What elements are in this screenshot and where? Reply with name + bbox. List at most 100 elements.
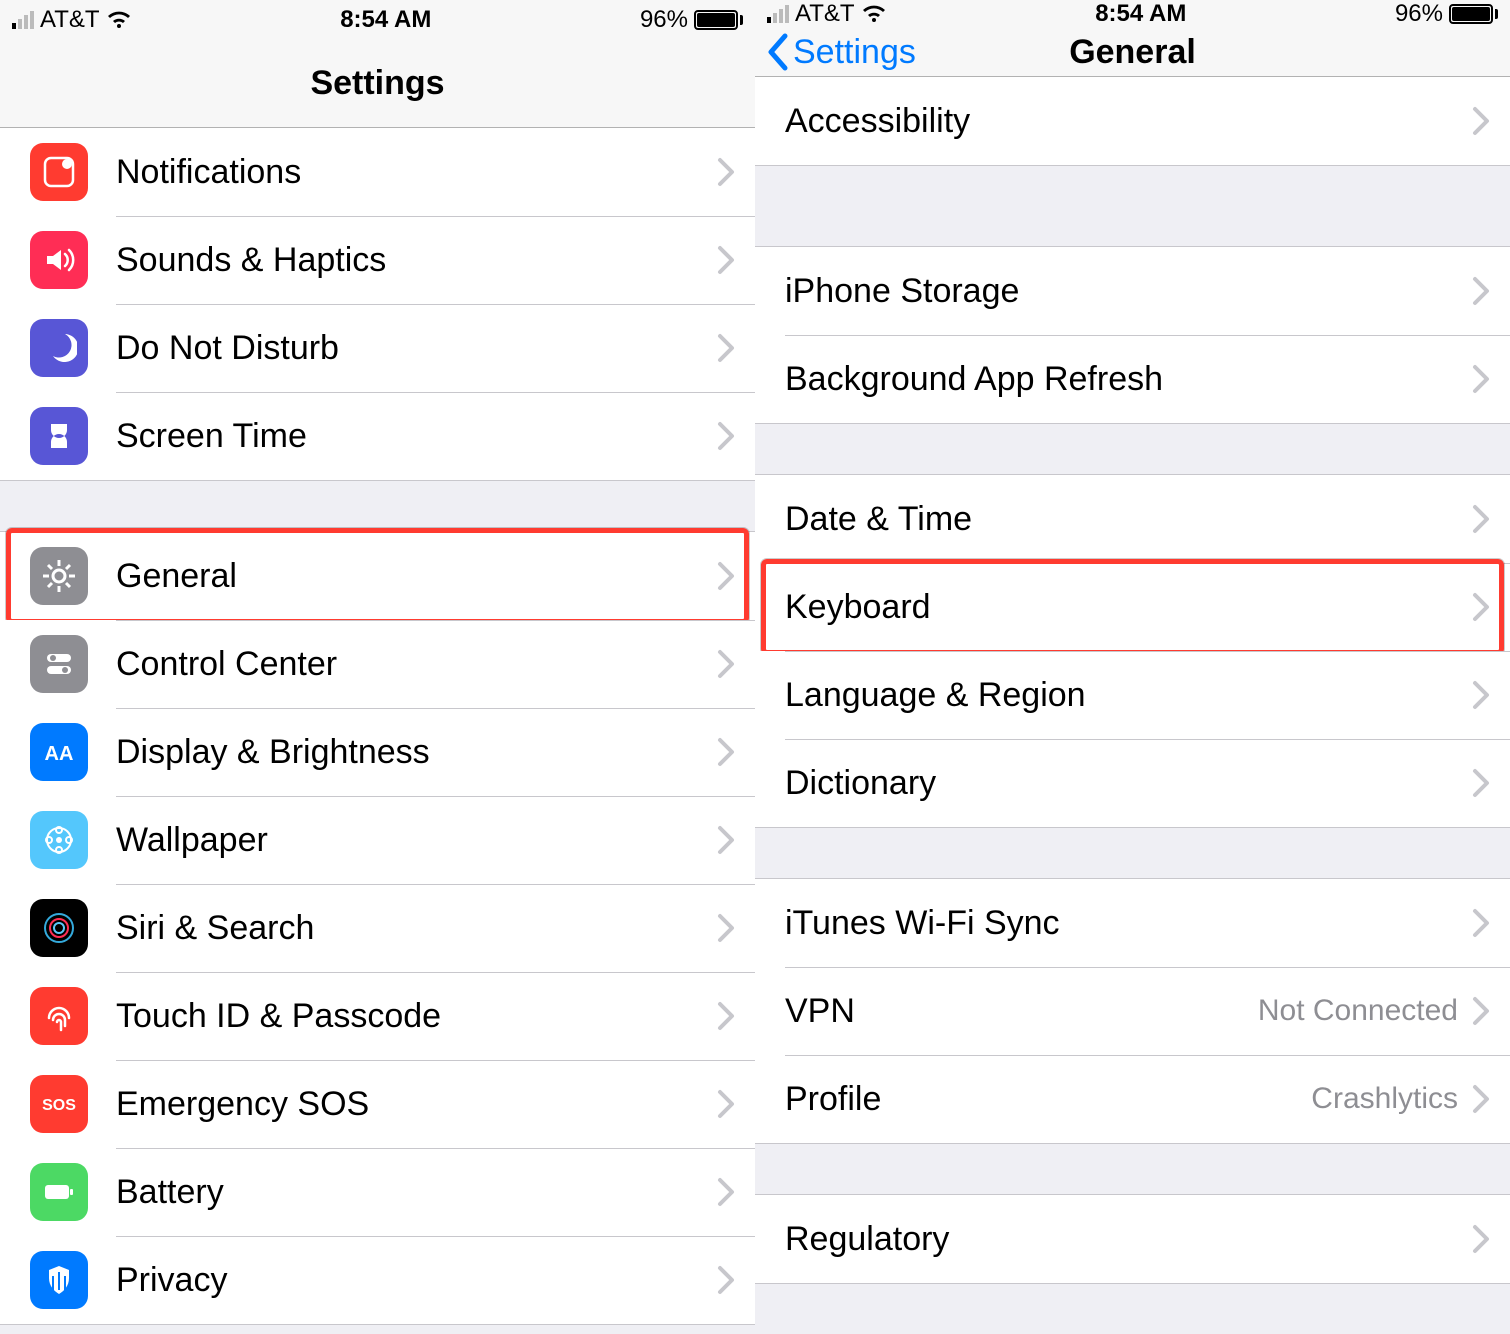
row-label: Screen Time <box>116 417 717 456</box>
row-date-time[interactable]: Date & Time <box>755 475 1510 563</box>
group-gap <box>0 481 755 531</box>
chevron-right-icon <box>717 913 735 943</box>
chevron-right-icon <box>717 1265 735 1295</box>
screentime-icon <box>30 407 88 465</box>
row-itunes-wi-fi-sync[interactable]: iTunes Wi-Fi Sync <box>755 879 1510 967</box>
back-button[interactable]: Settings <box>765 28 916 76</box>
chevron-right-icon <box>717 333 735 363</box>
row-siri-search[interactable]: Siri & Search <box>0 884 755 972</box>
row-label: iTunes Wi-Fi Sync <box>785 904 1472 943</box>
row-profile[interactable]: ProfileCrashlytics <box>755 1055 1510 1143</box>
row-background-app-refresh[interactable]: Background App Refresh <box>755 335 1510 423</box>
row-label: Emergency SOS <box>116 1085 717 1124</box>
row-emergency-sos[interactable]: SOS Emergency SOS <box>0 1060 755 1148</box>
general-group: iTunes Wi-Fi SyncVPNNot ConnectedProfile… <box>755 878 1510 1144</box>
battery-icon <box>1449 4 1498 24</box>
row-label: VPN <box>785 992 1258 1031</box>
battery-icon <box>30 1163 88 1221</box>
row-label: Background App Refresh <box>785 360 1472 399</box>
row-label: Battery <box>116 1173 717 1212</box>
chevron-right-icon <box>717 737 735 767</box>
row-label: Profile <box>785 1080 1311 1119</box>
wifi-icon <box>861 4 887 24</box>
touchid-icon <box>30 987 88 1045</box>
chevron-right-icon <box>1472 768 1490 798</box>
row-dictionary[interactable]: Dictionary <box>755 739 1510 827</box>
row-value: Crashlytics <box>1311 1082 1458 1116</box>
chevron-right-icon <box>717 245 735 275</box>
general-list[interactable]: Accessibility iPhone Storage Background Ap… <box>755 77 1510 1334</box>
svg-text:SOS: SOS <box>42 1097 76 1114</box>
settings-list[interactable]: Notifications Sounds & HapticsDo Not Dist… <box>0 128 755 1325</box>
row-wallpaper[interactable]: Wallpaper <box>0 796 755 884</box>
row-iphone-storage[interactable]: iPhone Storage <box>755 247 1510 335</box>
chevron-right-icon <box>1472 504 1490 534</box>
row-label: Dictionary <box>785 764 1472 803</box>
chevron-right-icon <box>717 649 735 679</box>
settings-screen: AT&T 8:54 AM 96% Settings Notifications S… <box>0 0 755 1334</box>
signal-icon <box>12 11 34 29</box>
battery-icon <box>694 10 743 30</box>
row-notifications[interactable]: Notifications <box>0 128 755 216</box>
chevron-right-icon <box>717 825 735 855</box>
chevron-right-icon <box>1472 680 1490 710</box>
row-general[interactable]: General <box>0 532 755 620</box>
chevron-right-icon <box>717 1001 735 1031</box>
chevron-right-icon <box>1472 364 1490 394</box>
status-bar: AT&T 8:54 AM 96% <box>755 0 1510 28</box>
row-label: Keyboard <box>785 588 1472 627</box>
chevron-right-icon <box>717 561 735 591</box>
row-value: Not Connected <box>1258 994 1458 1028</box>
row-do-not-disturb[interactable]: Do Not Disturb <box>0 304 755 392</box>
nav-bar: Settings <box>0 40 755 128</box>
row-label: Language & Region <box>785 676 1472 715</box>
signal-icon <box>767 5 789 23</box>
siri-icon <box>30 899 88 957</box>
row-label: Regulatory <box>785 1220 1472 1259</box>
notifications-icon <box>30 143 88 201</box>
general-screen: AT&T 8:54 AM 96% Settings General Access… <box>755 0 1510 1334</box>
row-battery[interactable]: Battery <box>0 1148 755 1236</box>
gear-icon <box>30 547 88 605</box>
row-language-region[interactable]: Language & Region <box>755 651 1510 739</box>
chevron-right-icon <box>717 157 735 187</box>
clock: 8:54 AM <box>340 6 431 34</box>
general-group: iPhone Storage Background App Refresh <box>755 246 1510 424</box>
dnd-icon <box>30 319 88 377</box>
chevron-right-icon <box>1472 1084 1490 1114</box>
settings-group: GeneralControl CenterAADisplay & Brightn… <box>0 531 755 1325</box>
row-label: Privacy <box>116 1261 717 1300</box>
group-gap <box>755 1144 1510 1194</box>
wallpaper-icon <box>30 811 88 869</box>
chevron-right-icon <box>1472 996 1490 1026</box>
back-label: Settings <box>793 33 916 72</box>
row-privacy[interactable]: Privacy <box>0 1236 755 1324</box>
row-touch-id-passcode[interactable]: Touch ID & Passcode <box>0 972 755 1060</box>
row-control-center[interactable]: Control Center <box>0 620 755 708</box>
row-vpn[interactable]: VPNNot Connected <box>755 967 1510 1055</box>
privacy-icon <box>30 1251 88 1309</box>
battery-fill <box>697 13 735 27</box>
nav-bar: Settings General <box>755 28 1510 77</box>
battery-fill <box>1452 7 1490 21</box>
chevron-right-icon <box>1472 592 1490 622</box>
chevron-right-icon <box>1472 276 1490 306</box>
status-bar: AT&T 8:54 AM 96% <box>0 0 755 40</box>
svg-text:AA: AA <box>45 743 74 765</box>
row-screen-time[interactable]: Screen Time <box>0 392 755 480</box>
chevron-right-icon <box>717 1089 735 1119</box>
row-label: Notifications <box>116 153 717 192</box>
row-keyboard[interactable]: Keyboard <box>755 563 1510 651</box>
general-group: Date & Time Keyboard Language & Region Dict… <box>755 474 1510 828</box>
row-label: Accessibility <box>785 102 1472 141</box>
display-icon: AA <box>30 723 88 781</box>
settings-group: Notifications Sounds & HapticsDo Not Dist… <box>0 128 755 481</box>
row-display-brightness[interactable]: AADisplay & Brightness <box>0 708 755 796</box>
row-label: Siri & Search <box>116 909 717 948</box>
row-regulatory[interactable]: Regulatory <box>755 1195 1510 1283</box>
chevron-right-icon <box>1472 1224 1490 1254</box>
row-accessibility[interactable]: Accessibility <box>755 77 1510 165</box>
page-title: Settings <box>310 64 444 103</box>
row-sounds-haptics[interactable]: Sounds & Haptics <box>0 216 755 304</box>
chevron-right-icon <box>1472 908 1490 938</box>
